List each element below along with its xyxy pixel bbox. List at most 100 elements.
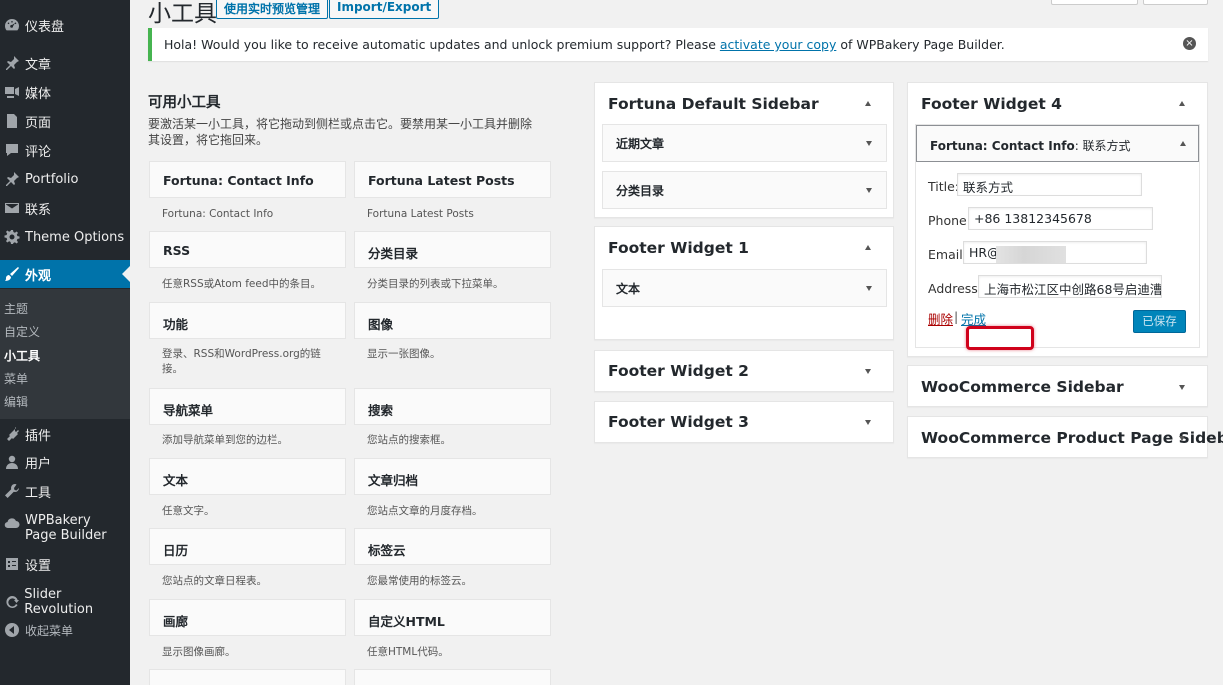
- screen-options-button[interactable]: [1051, 0, 1138, 5]
- widget-desc: 显示一张图像。: [367, 348, 441, 360]
- menu-label: 收起菜单: [25, 623, 74, 638]
- widget-item[interactable]: 图像: [354, 302, 551, 339]
- menu-posts[interactable]: 文章: [0, 49, 130, 77]
- menu-contact[interactable]: 联系: [0, 194, 130, 222]
- phone-label: Phone:: [928, 213, 971, 228]
- menu-media[interactable]: 媒体: [0, 78, 130, 106]
- widget-item[interactable]: 画廊: [149, 599, 346, 636]
- submenu-customize[interactable]: 自定义: [4, 323, 40, 340]
- page-icon: [3, 112, 21, 130]
- user-icon: [3, 453, 21, 471]
- expand-arrow-icon[interactable]: [865, 369, 871, 374]
- sidebar-footer-widget-2[interactable]: Footer Widget 2: [594, 350, 894, 392]
- widget-item[interactable]: 分类目录: [354, 231, 551, 268]
- menu-label: 页面: [25, 115, 52, 131]
- widget-desc: 您最常使用的标签云。: [367, 575, 472, 587]
- sidebar-widget[interactable]: 分类目录: [602, 171, 887, 209]
- menu-label: 文章: [25, 57, 52, 73]
- collapse-icon: [3, 621, 21, 639]
- dashboard-icon: [3, 16, 21, 34]
- menu-comments[interactable]: 评论: [0, 136, 130, 164]
- widget-item[interactable]: 文本: [149, 458, 346, 495]
- contact-widget-header[interactable]: Fortuna: Contact Info: 联系方式: [916, 125, 1199, 162]
- collapse-arrow-icon[interactable]: [865, 245, 871, 250]
- menu-users[interactable]: 用户: [0, 448, 130, 476]
- activate-link[interactable]: activate your copy: [720, 37, 836, 52]
- phone-input[interactable]: +86 13812345678: [968, 207, 1153, 230]
- sidebar-fortuna-default: Fortuna Default Sidebar 近期文章 分类目录: [594, 82, 894, 218]
- expand-arrow-icon[interactable]: [865, 420, 871, 425]
- collapse-arrow-icon[interactable]: [865, 101, 871, 106]
- menu-collapse[interactable]: 收起菜单: [0, 616, 130, 644]
- widget-desc: 您站点的文章日程表。: [162, 575, 267, 587]
- menu-label: 插件: [25, 428, 52, 444]
- widget-item[interactable]: Fortuna Latest Posts: [354, 161, 551, 198]
- menu-wpbakery[interactable]: WPBakery Page Builder: [0, 513, 130, 553]
- sidebar-widget[interactable]: 文本: [602, 269, 887, 307]
- expand-arrow-icon[interactable]: [866, 286, 872, 291]
- address-input[interactable]: 上海市松江区中创路68号启迪漕: [978, 275, 1162, 298]
- dismiss-icon[interactable]: ×: [1183, 37, 1196, 50]
- sidebar-woocommerce-product[interactable]: WooCommerce Product Page Sideb: [907, 416, 1223, 458]
- import-export-button[interactable]: Import/Export: [329, 0, 440, 19]
- sidebar-widget[interactable]: 近期文章: [602, 124, 887, 162]
- title-input[interactable]: 联系方式: [957, 173, 1142, 196]
- sidebar-woocommerce[interactable]: WooCommerce Sidebar: [907, 365, 1208, 407]
- menu-theme-options[interactable]: Theme Options: [0, 223, 130, 251]
- menu-dashboard[interactable]: 仪表盘: [0, 11, 130, 39]
- widget-item[interactable]: [149, 669, 346, 685]
- widget-desc: 任意文字。: [162, 505, 215, 517]
- delete-link[interactable]: 删除: [928, 309, 953, 328]
- widget-item[interactable]: 文章归档: [354, 458, 551, 495]
- widget-item[interactable]: 日历: [149, 528, 346, 565]
- widget-item[interactable]: [354, 669, 551, 685]
- collapse-arrow-icon[interactable]: [1180, 141, 1186, 146]
- widget-desc: 任意HTML代码。: [367, 646, 449, 658]
- menu-appearance[interactable]: 外观: [0, 260, 130, 288]
- widget-item[interactable]: Fortuna: Contact Info: [149, 161, 346, 198]
- submenu-widgets[interactable]: 小工具: [4, 347, 40, 364]
- cloud-icon: [3, 514, 21, 532]
- live-preview-button[interactable]: 使用实时预览管理: [216, 0, 329, 19]
- widget-desc: 分类目录的列表或下拉菜单。: [367, 278, 504, 290]
- submenu-editor[interactable]: 编辑: [4, 393, 28, 410]
- expand-arrow-icon[interactable]: [1179, 436, 1185, 441]
- menu-pages[interactable]: 页面: [0, 107, 130, 135]
- expand-arrow-icon[interactable]: [866, 188, 872, 193]
- menu-tools[interactable]: 工具: [0, 477, 130, 505]
- widget-item[interactable]: RSS: [149, 231, 346, 268]
- submenu-themes[interactable]: 主题: [4, 300, 28, 317]
- widget-desc: 您站点的搜索框。: [367, 434, 451, 446]
- widget-desc: Fortuna Latest Posts: [367, 208, 474, 220]
- widget-item[interactable]: 标签云: [354, 528, 551, 565]
- page-title: 小工具: [148, 1, 217, 27]
- notice-text-after: of WPBakery Page Builder.: [836, 37, 1005, 52]
- expand-arrow-icon[interactable]: [1179, 385, 1185, 390]
- menu-label: 联系: [25, 202, 52, 218]
- menu-portfolio[interactable]: Portfolio: [0, 165, 130, 193]
- refresh-icon: [3, 593, 20, 611]
- menu-slider-revolution[interactable]: Slider Revolution: [0, 587, 130, 617]
- pin-icon: [3, 170, 21, 188]
- collapse-arrow-icon[interactable]: [1179, 101, 1185, 106]
- help-button[interactable]: [1143, 0, 1208, 5]
- expand-arrow-icon[interactable]: [866, 141, 872, 146]
- sidebar-title: Footer Widget 2: [608, 362, 749, 380]
- widget-item[interactable]: 自定义HTML: [354, 599, 551, 636]
- menu-plugins[interactable]: 插件: [0, 420, 130, 448]
- menu-label: WPBakery Page Builder: [25, 513, 107, 543]
- sidebar-title[interactable]: Footer Widget 4: [921, 95, 1062, 113]
- widget-item[interactable]: 功能: [149, 302, 346, 339]
- widget-item[interactable]: 导航菜单: [149, 388, 346, 425]
- sidebar-footer-widget-3[interactable]: Footer Widget 3: [594, 401, 894, 443]
- sidebar-title[interactable]: Fortuna Default Sidebar: [608, 95, 819, 113]
- widget-desc: 您站点文章的月度存档。: [367, 505, 483, 517]
- menu-label: 设置: [25, 558, 52, 574]
- submenu-menus[interactable]: 菜单: [4, 370, 28, 387]
- widget-title: Fortuna: Contact Info: [930, 139, 1075, 153]
- sidebar-title[interactable]: Footer Widget 1: [608, 239, 749, 257]
- widget-desc: 添加导航菜单到您的边栏。: [162, 434, 288, 446]
- widget-item[interactable]: 搜索: [354, 388, 551, 425]
- menu-settings[interactable]: 设置: [0, 550, 130, 578]
- save-button[interactable]: 已保存: [1133, 310, 1186, 333]
